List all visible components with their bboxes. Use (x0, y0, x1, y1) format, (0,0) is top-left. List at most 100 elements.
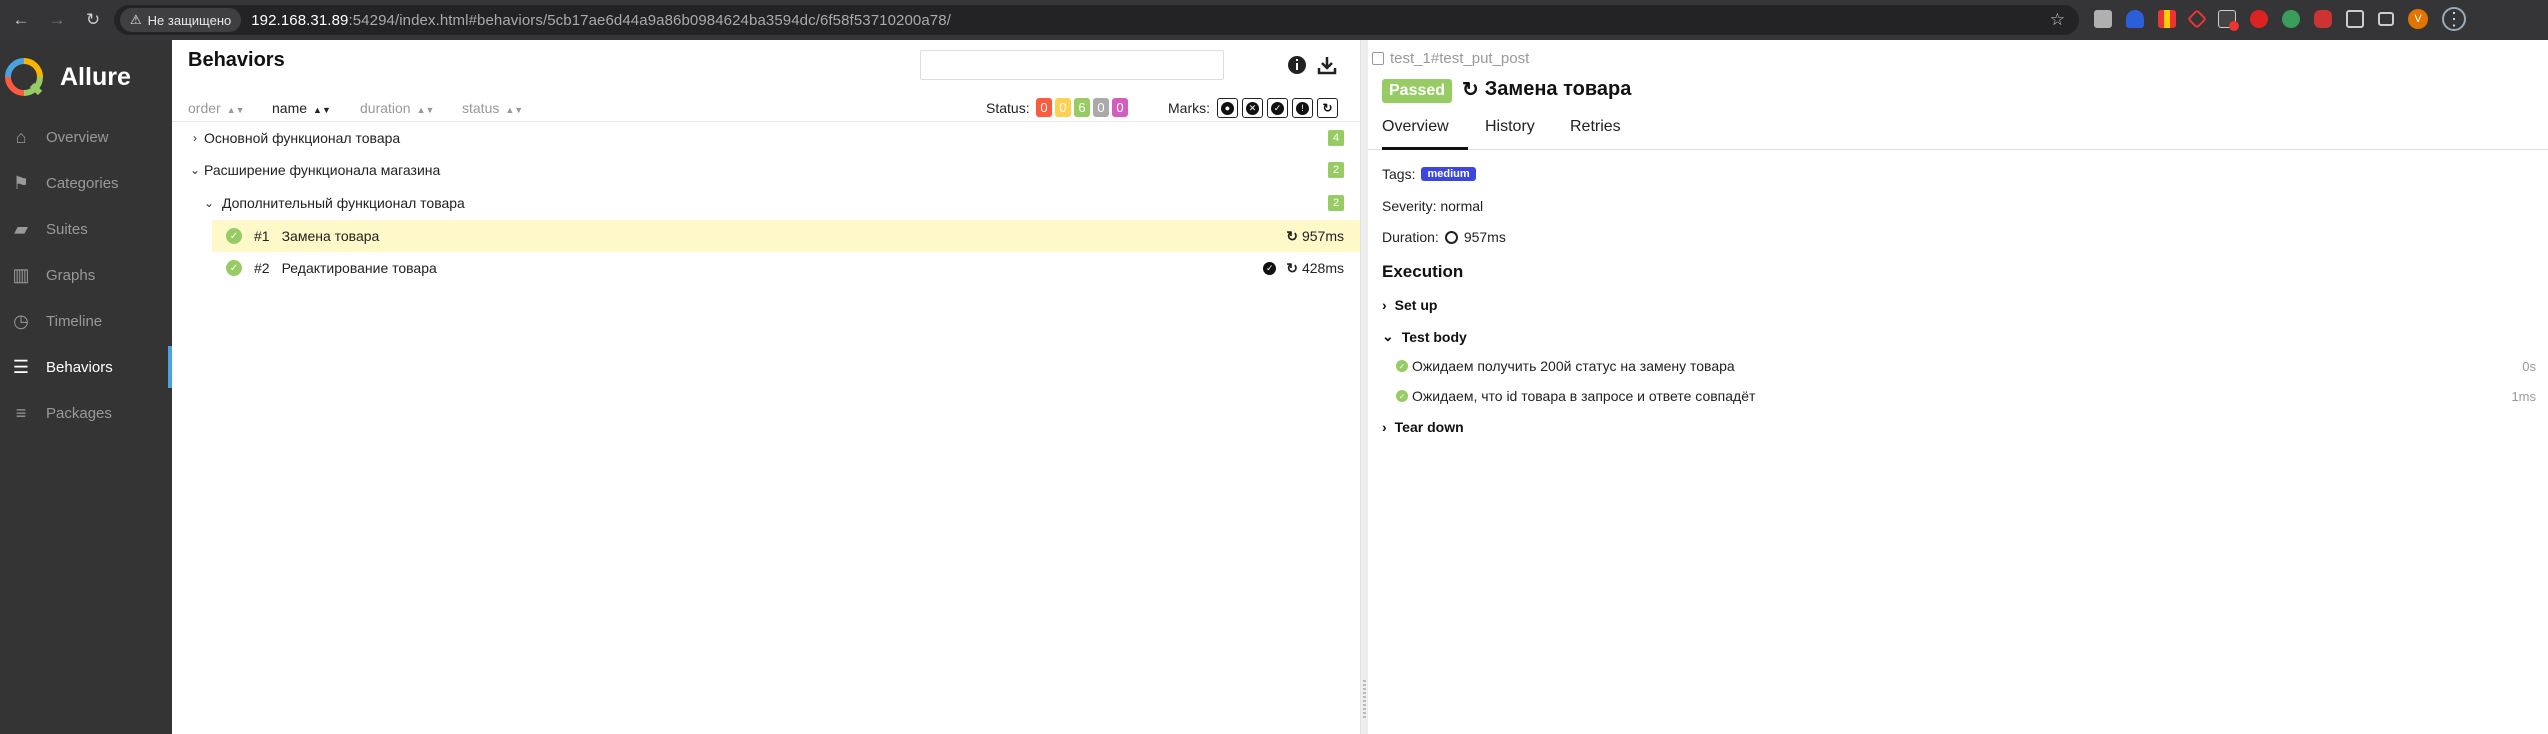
group-count-badge: 2 (1328, 195, 1344, 211)
status-unknown-toggle[interactable]: 0 (1112, 98, 1128, 117)
status-failed-toggle[interactable]: 0 (1036, 98, 1052, 117)
tree-group-shop-extension[interactable]: ⌄ Расширение функционала магазина 2 (172, 154, 1360, 186)
chevron-down-icon: ⌄ (203, 196, 215, 210)
sidebar-item-behaviors[interactable]: ☰ Behaviors (0, 344, 172, 390)
status-broken-toggle[interactable]: 0 (1055, 98, 1071, 117)
passed-check-icon: ✓ (1396, 390, 1408, 402)
extension-icon[interactable] (2250, 10, 2268, 28)
chevron-down-icon: ⌄ (189, 163, 201, 177)
sidebar-item-overview[interactable]: ⌂ Overview (0, 114, 172, 160)
teardown-group[interactable]: › Tear down (1382, 419, 1464, 435)
test-body-group[interactable]: ⌄ Test body (1382, 328, 1467, 345)
group-name: Дополнительный функционал товара (222, 195, 465, 211)
setup-label: Set up (1394, 297, 1438, 313)
mark-new-broken-toggle[interactable]: ! (1292, 98, 1313, 118)
forward-icon[interactable]: → (42, 5, 72, 35)
url-text[interactable]: 192.168.31.89:54294/index.html#behaviors… (251, 12, 951, 29)
breadcrumb[interactable]: test_1#test_put_post (1372, 50, 1529, 67)
extension-icon[interactable] (2187, 9, 2207, 29)
tags-line: Tags: medium (1382, 166, 1476, 182)
duration-label: Duration: (1382, 229, 1439, 245)
mark-new-passed-toggle[interactable]: ✓ (1267, 98, 1288, 118)
step-time: 1ms (2511, 388, 2536, 404)
step-time: 0s (2522, 358, 2536, 374)
chevron-down-icon: ⌄ (1382, 328, 1394, 344)
tab-history[interactable]: History (1485, 118, 1535, 150)
extension-icon[interactable] (2126, 10, 2144, 28)
tree-group-main-functionality[interactable]: › Основной функционал товара 4 (172, 122, 1360, 154)
mark-retries-toggle[interactable]: ↻ (1317, 98, 1338, 118)
chevron-right-icon: › (193, 131, 197, 145)
setup-group[interactable]: › Set up (1382, 297, 1437, 313)
address-bar[interactable]: ⚠ Не защищено 192.168.31.89:54294/index.… (114, 5, 2079, 35)
step-name: Ожидаем, что id товара в запросе и ответ… (1412, 388, 1756, 404)
extension-icon[interactable] (2314, 10, 2332, 28)
sidebar-item-label: Categories (46, 174, 119, 192)
severity-line: Severity: normal (1382, 198, 1484, 214)
brand-name: Allure (60, 62, 131, 91)
status-passed-toggle[interactable]: 6 (1074, 98, 1090, 117)
sort-name[interactable]: name ▲▼ (272, 100, 331, 116)
sidebar-item-categories[interactable]: ⚑ Categories (0, 160, 172, 206)
mark-flaky-toggle[interactable]: ● (1217, 98, 1238, 118)
sidebar-item-label: Suites (46, 220, 88, 238)
sidebar-item-label: Timeline (46, 312, 103, 330)
splitter-grip-icon[interactable] (1363, 680, 1366, 720)
sidebar-item-suites[interactable]: ▰ Suites (0, 206, 172, 252)
sidebar-item-packages[interactable]: ≡ Packages (0, 390, 172, 436)
duration-line: Duration: 957ms (1382, 229, 1506, 245)
status-filter-label: Status: (986, 100, 1030, 116)
status-skipped-toggle[interactable]: 0 (1093, 98, 1109, 117)
extension-icon[interactable] (2218, 10, 2239, 31)
check-circle-icon: ✓ (1271, 101, 1284, 115)
download-icon[interactable] (1316, 54, 1338, 76)
back-icon[interactable]: ← (6, 5, 36, 35)
retry-icon: ↻ (1286, 227, 1298, 244)
sort-order[interactable]: order ▲▼ (188, 100, 245, 116)
tree-header: order ▲▼ name ▲▼ duration ▲▼ status ▲▼ Statu… (172, 94, 1360, 122)
retry-icon: ↻ (1321, 101, 1334, 115)
test-title: ↻ Замена товара (1462, 77, 1631, 102)
extensions-puzzle-icon[interactable] (2346, 10, 2364, 28)
breadcrumb-text: test_1#test_put_post (1390, 50, 1530, 67)
status-badge: Passed (1382, 79, 1453, 103)
search-input[interactable] (920, 50, 1224, 80)
test-duration: ↻ 957ms (1286, 228, 1344, 245)
sidepanel-icon[interactable] (2378, 12, 2394, 26)
reload-icon[interactable]: ↻ (78, 5, 108, 35)
chevron-right-icon: › (1382, 419, 1387, 435)
copy-icon[interactable] (1372, 52, 1384, 65)
pane-splitter[interactable] (1360, 40, 1368, 734)
mark-new-failed-toggle[interactable]: ✕ (1242, 98, 1263, 118)
extension-icon[interactable] (2094, 10, 2112, 28)
sort-duration[interactable]: duration ▲▼ (360, 100, 434, 116)
brand[interactable]: Allure (0, 40, 172, 114)
tree-subgroup-extra-functionality[interactable]: ⌄ Дополнительный функционал товара 2 (172, 187, 1360, 219)
sort-arrows-icon: ▲▼ (416, 105, 435, 115)
tab-overview[interactable]: Overview (1382, 118, 1468, 150)
retry-icon: ↻ (1286, 259, 1298, 276)
warning-icon: ⚠ (130, 12, 142, 27)
step-row[interactable]: ✓ Ожидаем, что id товара в запросе и отв… (1396, 388, 2536, 404)
info-icon[interactable] (1286, 54, 1308, 76)
test-row-2[interactable]: ✓ #2 Редактирование товара ✓ ↻ 428ms (212, 252, 1360, 284)
list-icon: ☰ (12, 356, 30, 377)
profile-avatar[interactable]: V (2408, 9, 2428, 29)
sidebar-item-timeline[interactable]: ◷ Timeline (0, 298, 172, 344)
tab-retries[interactable]: Retries (1570, 118, 1621, 150)
sort-status[interactable]: status ▲▼ (462, 100, 523, 116)
tag-badge[interactable]: medium (1421, 167, 1476, 181)
bookmark-star-icon[interactable]: ☆ (2050, 10, 2065, 30)
test-row-1[interactable]: ✓ #1 Замена товара ↻ 957ms (212, 220, 1360, 252)
sidebar-item-graphs[interactable]: ▥ Graphs (0, 252, 172, 298)
extension-icon[interactable] (2282, 10, 2300, 28)
sidebar-item-label: Packages (46, 404, 112, 422)
sort-label: duration (360, 100, 411, 116)
extension-icon[interactable] (2158, 10, 2176, 28)
sort-label: status (462, 100, 500, 116)
align-left-icon: ≡ (15, 402, 27, 423)
security-chip[interactable]: ⚠ Не защищено (120, 8, 242, 32)
menu-kebab-icon[interactable]: ⋮ (2442, 7, 2466, 31)
sort-arrows-icon: ▲▼ (226, 105, 245, 115)
step-row[interactable]: ✓ Ожидаем получить 200й статус на замену… (1396, 358, 2536, 374)
